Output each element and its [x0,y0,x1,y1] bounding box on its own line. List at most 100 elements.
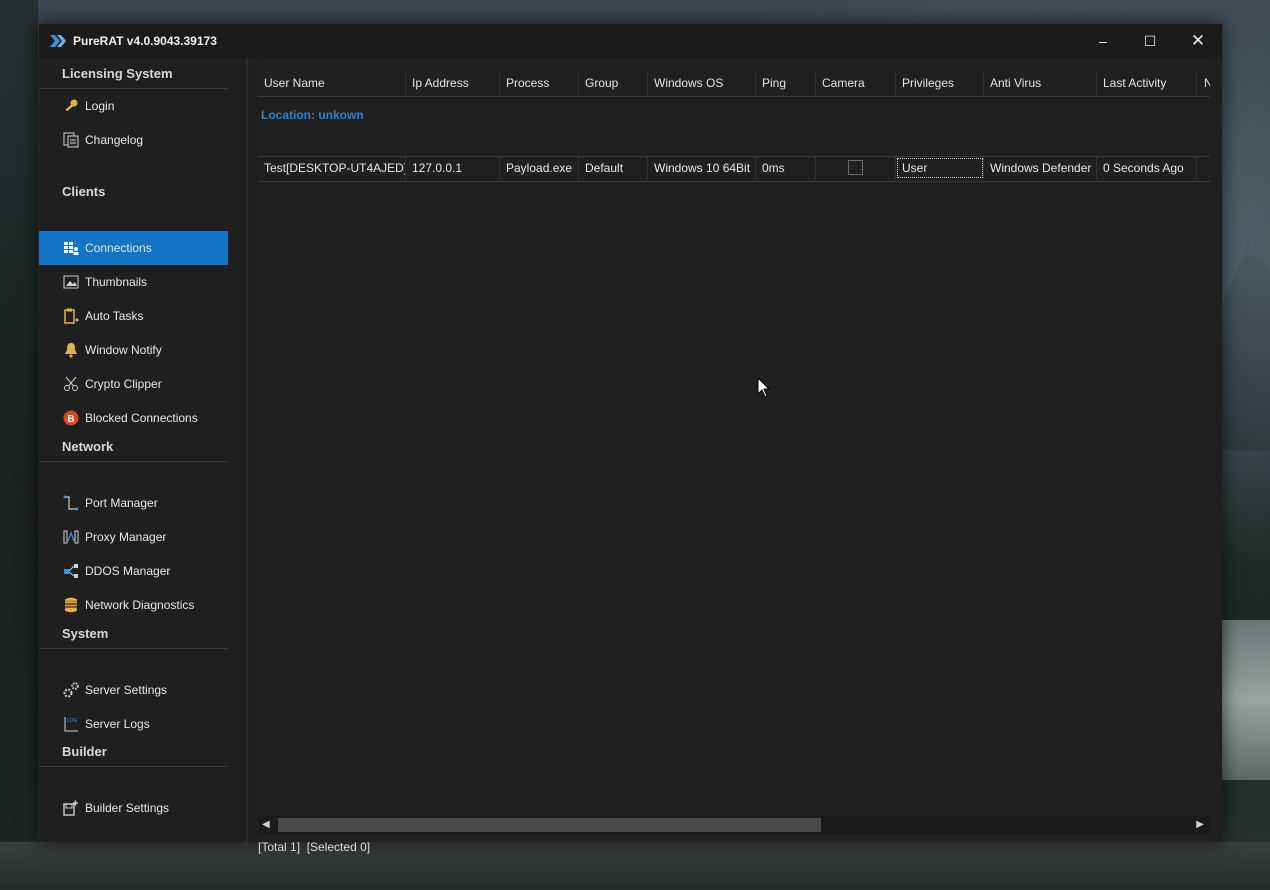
sidebar-item-label: Login [85,99,115,113]
cell-anti-virus: Windows Defender [984,157,1097,179]
connections-panel: User Name Ip Address Process Group Windo… [258,58,1210,854]
sidebar-item-blocked-connections[interactable]: B Blocked Connections [39,401,228,435]
camera-checkbox[interactable] [848,160,863,175]
section-divider [39,766,228,767]
sidebar-item-label: Window Notify [85,343,162,357]
sidebar-item-crypto-clipper[interactable]: Crypto Clipper [39,367,228,401]
key-icon [65,99,78,112]
column-header-last-activity[interactable]: Last Activity [1097,72,1197,96]
sidebar-item-label: Proxy Manager [85,530,167,544]
sidebar-item-label: DDOS Manager [85,564,171,578]
cell-ip-address: 127.0.0.1 [406,157,500,179]
status-total: [Total 1] [258,840,301,854]
svg-text:LOG: LOG [67,718,78,724]
image-icon [63,275,79,289]
wallpaper-ground [0,842,1270,890]
cell-camera [816,157,896,179]
location-group-label: Location: unkown [261,108,364,122]
builder-icon [63,800,78,816]
horizontal-scrollbar[interactable]: ◀ ▶ [258,816,1210,834]
cell-process: Payload.exe [500,157,579,179]
section-title-system: System [62,626,109,641]
blocked-b-icon: B [63,410,79,426]
column-header-partial[interactable]: N [1197,72,1210,96]
sidebar-item-label: Crypto Clipper [85,377,162,391]
minimize-button[interactable]: – [1080,24,1126,58]
grid-header: User Name Ip Address Process Group Windo… [258,72,1210,97]
status-bar: [Total 1] [Selected 0] [258,840,370,854]
title-bar[interactable]: PureRAT v4.0.9043.39173 – ☐ ✕ [39,24,1222,58]
table-row[interactable]: Test[DESKTOP-UT4AJED] 127.0.0.1 Payload.… [258,156,1210,182]
maximize-button[interactable]: ☐ [1127,24,1173,58]
sidebar-item-auto-tasks[interactable]: Auto Tasks [39,299,228,333]
database-icon [65,597,77,613]
sidebar-item-login[interactable]: Login [39,89,228,123]
sidebar-item-changelog[interactable]: Changelog [39,123,228,157]
section-divider [39,461,228,462]
sidebar-item-proxy-manager[interactable]: Proxy Manager [39,520,228,554]
cell-user-name: Test[DESKTOP-UT4AJED] [258,157,406,179]
column-header-process[interactable]: Process [500,72,579,96]
svg-text:B: B [67,414,74,425]
sidebar-item-connections[interactable]: Connections [39,231,228,265]
section-title-builder: Builder [62,744,107,759]
section-title-network: Network [62,439,114,454]
sidebar-item-label: Thumbnails [85,275,148,289]
sidebar-item-label: Network Diagnostics [85,598,195,612]
sidebar-item-ddos-manager[interactable]: DDOS Manager [39,554,228,588]
scissors-icon [64,376,78,391]
sidebar: Licensing System Login Changelog Clients… [39,58,248,842]
sidebar-item-label: Server Settings [85,683,168,697]
section-title-clients: Clients [62,184,106,199]
cell-windows-os: Windows 10 64Bit [648,157,756,179]
clipboard-icon [64,308,79,324]
gears-icon [63,682,79,698]
column-header-anti-virus[interactable]: Anti Virus [984,72,1097,96]
sidebar-item-server-logs[interactable]: LOG Server Logs [39,707,228,741]
window-title: PureRAT v4.0.9043.39173 [73,34,217,48]
scroll-right-arrow-icon[interactable]: ▶ [1196,819,1204,830]
sidebar-item-port-manager[interactable]: Port Manager [39,486,228,520]
connections-grid-icon [64,242,79,255]
column-header-windows-os[interactable]: Windows OS [648,72,756,96]
cell-privileges[interactable]: User [896,157,984,179]
status-selected: [Selected 0] [306,840,371,854]
network-nodes-icon [64,564,78,578]
column-header-ip-address[interactable]: Ip Address [406,72,500,96]
sidebar-item-builder-settings[interactable]: Builder Settings [39,791,228,825]
sidebar-item-network-diagnostics[interactable]: Network Diagnostics [39,588,228,622]
sidebar-item-server-settings[interactable]: Server Settings [39,673,228,707]
column-header-group[interactable]: Group [579,72,648,96]
bell-icon [65,343,77,358]
column-header-camera[interactable]: Camera [816,72,896,96]
column-header-ping[interactable]: Ping [756,72,816,96]
mouse-cursor-icon [757,377,771,398]
section-title-licensing: Licensing System [62,66,173,81]
cell-ping: 0ms [756,157,816,179]
section-divider [39,648,228,649]
column-header-user-name[interactable]: User Name [258,72,406,96]
app-logo-icon [50,35,66,47]
sidebar-item-label: Connections [85,241,152,255]
sidebar-item-label: Port Manager [85,496,158,510]
sidebar-item-thumbnails[interactable]: Thumbnails [39,265,228,299]
close-button[interactable]: ✕ [1175,24,1221,58]
log-icon: LOG [64,717,78,732]
sidebar-item-window-notify[interactable]: Window Notify [39,333,228,367]
sidebar-item-label: Server Logs [85,717,150,731]
scrollbar-thumb[interactable] [278,818,821,832]
wallpaper-tree-left [0,0,38,890]
changelog-icon [63,132,79,148]
sidebar-item-label: Builder Settings [85,801,170,815]
port-icon [63,495,79,511]
sidebar-item-label: Blocked Connections [85,411,198,425]
proxy-icon [63,530,79,544]
sidebar-item-label: Auto Tasks [85,309,144,323]
column-header-privileges[interactable]: Privileges [896,72,984,96]
sidebar-item-label: Changelog [85,133,144,147]
wallpaper-river [1220,620,1270,780]
cell-last-activity: 0 Seconds Ago [1097,157,1197,179]
cell-group: Default [579,157,648,179]
app-window: PureRAT v4.0.9043.39173 – ☐ ✕ Licensing … [39,24,1222,854]
scroll-left-arrow-icon[interactable]: ◀ [262,819,270,830]
